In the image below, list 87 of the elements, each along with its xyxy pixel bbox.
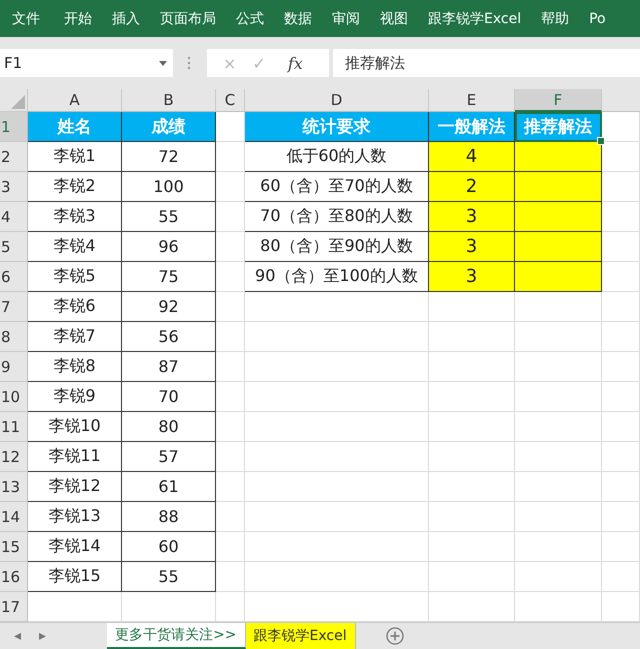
table-cell[interactable]	[515, 262, 602, 292]
row-header[interactable]: 5	[0, 232, 28, 262]
column-header[interactable]: D	[245, 89, 429, 112]
table-cell[interactable]: 70	[122, 382, 216, 412]
table-cell[interactable]: 80	[122, 412, 216, 442]
ribbon-tab[interactable]: 数据	[274, 10, 322, 28]
drag-handle-icon[interactable]	[187, 56, 191, 70]
ribbon-tab[interactable]: 开始	[54, 10, 102, 28]
row-header[interactable]: 1	[0, 112, 28, 142]
table-cell[interactable]: 61	[122, 472, 216, 502]
table-cell[interactable]: 100	[122, 172, 216, 202]
table-cell[interactable]: 李锐2	[28, 172, 122, 202]
table-cell[interactable]: 92	[122, 292, 216, 322]
table-cell[interactable]: 李锐15	[28, 562, 122, 592]
ribbon-tab[interactable]: 审阅	[322, 10, 370, 28]
ribbon-tab[interactable]: 视图	[370, 10, 418, 28]
scroll-right-button[interactable]: ▸	[30, 623, 56, 649]
ribbon-tab[interactable]: 公式	[226, 10, 274, 28]
table-cell[interactable]: 75	[122, 262, 216, 292]
fill-handle[interactable]	[597, 137, 605, 145]
caret-icon[interactable]	[159, 60, 167, 66]
row-header[interactable]: 14	[0, 502, 28, 532]
table-cell[interactable]: 57	[122, 442, 216, 472]
table-cell[interactable]: 李锐6	[28, 292, 122, 322]
table-cell[interactable]: 李锐14	[28, 532, 122, 562]
row-header[interactable]: 16	[0, 562, 28, 592]
row-header[interactable]: 15	[0, 532, 28, 562]
table-cell[interactable]: 72	[122, 142, 216, 172]
table-cell[interactable]: 88	[122, 502, 216, 532]
table-cell[interactable]: 4	[429, 142, 515, 172]
row-header[interactable]: 6	[0, 262, 28, 292]
sheet-tab[interactable]: 更多干货请关注>>	[107, 623, 246, 649]
table-cell[interactable]: 李锐9	[28, 382, 122, 412]
table-cell[interactable]: 87	[122, 352, 216, 382]
ribbon-tab[interactable]: 文件	[0, 10, 54, 28]
row-header[interactable]: 4	[0, 202, 28, 232]
table-cell[interactable]: 55	[122, 202, 216, 232]
table-cell[interactable]: 李锐8	[28, 352, 122, 382]
table-cell[interactable]: 56	[122, 322, 216, 352]
table-cell[interactable]: 李锐12	[28, 472, 122, 502]
row-header[interactable]: 8	[0, 322, 28, 352]
ribbon-tab[interactable]: Po	[579, 10, 616, 26]
column-header[interactable]: F	[515, 89, 602, 112]
row-header[interactable]: 9	[0, 352, 28, 382]
table-cell[interactable]: 60	[122, 532, 216, 562]
table-cell[interactable]	[515, 142, 602, 172]
row-header[interactable]: 13	[0, 472, 28, 502]
table-cell[interactable]: 李锐10	[28, 412, 122, 442]
table-cell[interactable]: 3	[429, 202, 515, 232]
name-box[interactable]: F1	[0, 49, 173, 77]
table-cell[interactable]: 李锐11	[28, 442, 122, 472]
table-cell[interactable]: 李锐3	[28, 202, 122, 232]
table-cell[interactable]: 李锐1	[28, 142, 122, 172]
formula-field[interactable]: 推荐解法	[333, 49, 640, 77]
ribbon-tab[interactable]: 跟李锐学Excel	[418, 10, 532, 28]
ribbon-tab[interactable]: 帮助	[531, 10, 580, 28]
add-sheet-icon[interactable]	[386, 627, 404, 645]
column-header[interactable]	[602, 89, 640, 112]
row-header[interactable]: 12	[0, 442, 28, 472]
table-cell[interactable]: 3	[429, 262, 515, 292]
table-cell[interactable]	[515, 202, 602, 232]
ribbon-tab[interactable]: 插入	[102, 10, 150, 28]
table-cell[interactable]: 李锐13	[28, 502, 122, 532]
row-header[interactable]: 2	[0, 142, 28, 172]
row-header[interactable]: 17	[0, 592, 28, 622]
sheet-tab[interactable]: 跟李锐学Excel	[246, 623, 356, 649]
row-header[interactable]: 10	[0, 382, 28, 412]
row-header[interactable]: 11	[0, 412, 28, 442]
select-all-icon[interactable]	[11, 95, 25, 109]
row-header[interactable]: 3	[0, 172, 28, 202]
column-header[interactable]: B	[122, 89, 216, 112]
table-cell[interactable]: 3	[429, 232, 515, 262]
table-cell[interactable]: 55	[122, 562, 216, 592]
insert-function-button[interactable]: fx	[280, 54, 311, 72]
table-cell[interactable]	[515, 172, 602, 202]
table-cell[interactable]: 李锐4	[28, 232, 122, 262]
table-cell[interactable]	[515, 232, 602, 262]
column-header[interactable]: A	[28, 89, 122, 112]
scroll-left-button[interactable]: ◂	[0, 623, 30, 649]
table-cell[interactable]: 李锐5	[28, 262, 122, 292]
column-header[interactable]: C	[216, 89, 245, 112]
column-header[interactable]: E	[429, 89, 515, 112]
table-cell[interactable]: 2	[429, 172, 515, 202]
table-cell[interactable]: 李锐7	[28, 322, 122, 352]
table-cell[interactable]: 96	[122, 232, 216, 262]
ribbon-tab[interactable]: 页面布局	[150, 10, 226, 28]
row-header[interactable]: 7	[0, 292, 28, 322]
